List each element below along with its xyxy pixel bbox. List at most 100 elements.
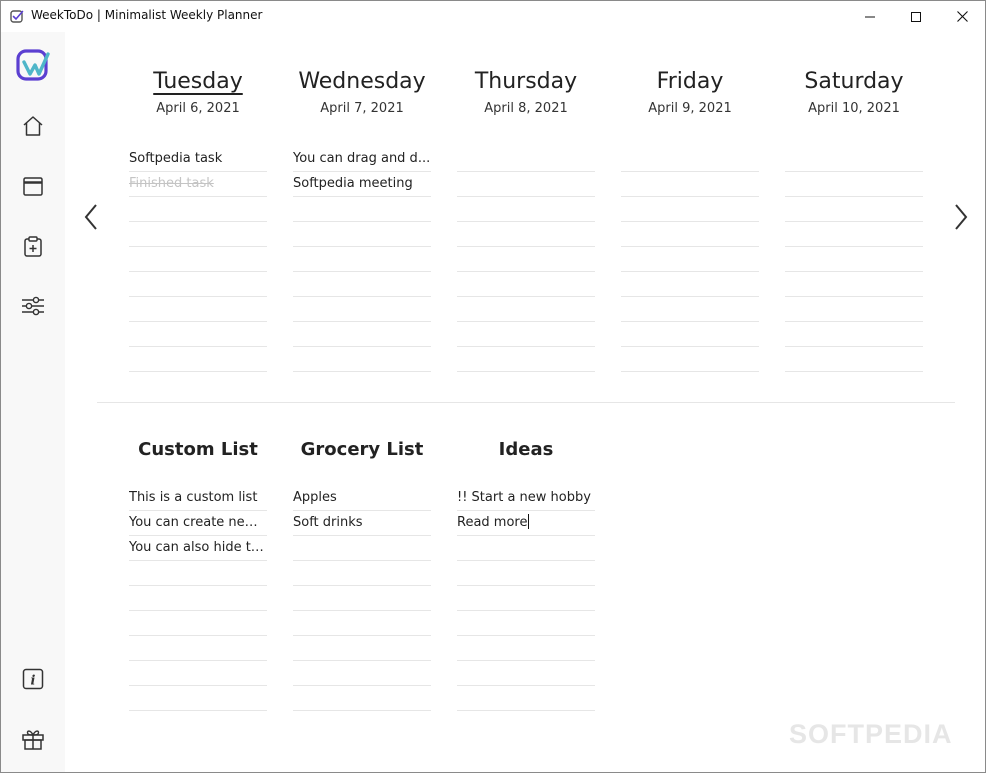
day-date: April 8, 2021 (484, 101, 568, 116)
empty-task-slot[interactable] (785, 197, 923, 222)
empty-task-slot[interactable] (293, 536, 431, 561)
empty-task-slot[interactable] (457, 661, 595, 686)
empty-task-slot[interactable] (457, 611, 595, 636)
home-button[interactable] (15, 108, 51, 144)
empty-task-slot[interactable] (293, 561, 431, 586)
task-item[interactable]: Soft drinks (293, 511, 431, 536)
task-item[interactable]: You can also hide th... (129, 536, 267, 561)
empty-task-slot[interactable] (129, 197, 267, 222)
task-item[interactable]: Read more (457, 511, 595, 536)
empty-task-slot[interactable] (129, 586, 267, 611)
gift-icon (22, 730, 44, 750)
empty-task-slot[interactable] (457, 586, 595, 611)
empty-task-slot[interactable] (785, 172, 923, 197)
empty-task-slot[interactable] (129, 247, 267, 272)
about-button[interactable]: i (15, 661, 51, 697)
task-item[interactable]: You can create new ... (129, 511, 267, 536)
empty-task-slot[interactable] (129, 297, 267, 322)
task-item[interactable]: Apples (293, 486, 431, 511)
empty-task-slot[interactable] (621, 247, 759, 272)
empty-task-slot[interactable] (293, 197, 431, 222)
empty-task-slot[interactable] (457, 247, 595, 272)
empty-task-slot[interactable] (457, 272, 595, 297)
empty-task-slot[interactable] (457, 636, 595, 661)
empty-task-slot[interactable] (621, 272, 759, 297)
task-item[interactable]: This is a custom list (129, 486, 267, 511)
task-item[interactable]: !! Start a new hobby (457, 486, 595, 511)
empty-task-slot[interactable] (621, 347, 759, 372)
empty-task-slot[interactable] (129, 611, 267, 636)
empty-task-slot[interactable] (293, 661, 431, 686)
empty-task-slot[interactable] (621, 322, 759, 347)
empty-task-slot[interactable] (293, 222, 431, 247)
settings-button[interactable] (15, 288, 51, 324)
task-item[interactable]: You can drag and d... (293, 147, 431, 172)
empty-task-slot[interactable] (621, 172, 759, 197)
day-title[interactable]: Wednesday (273, 69, 451, 94)
task-item[interactable]: Finished task (129, 172, 267, 197)
list-title[interactable]: Custom List (109, 439, 287, 460)
task-item[interactable]: Softpedia meeting (293, 172, 431, 197)
empty-task-slot[interactable] (293, 272, 431, 297)
list-title[interactable]: Grocery List (273, 439, 451, 460)
day-title[interactable]: Tuesday (109, 69, 287, 94)
minimize-button[interactable] (847, 1, 893, 32)
next-week-button[interactable] (949, 199, 973, 235)
empty-task-slot[interactable] (293, 586, 431, 611)
empty-task-slot[interactable] (621, 197, 759, 222)
empty-task-slot[interactable] (621, 147, 759, 172)
empty-task-slot[interactable] (785, 272, 923, 297)
empty-task-slot[interactable] (785, 322, 923, 347)
empty-task-slot[interactable] (293, 347, 431, 372)
empty-task-slot[interactable] (457, 347, 595, 372)
empty-task-slot[interactable] (129, 661, 267, 686)
empty-task-slot[interactable] (457, 322, 595, 347)
chevron-right-icon (955, 204, 968, 230)
day-date: April 6, 2021 (156, 101, 240, 116)
empty-task-slot[interactable] (129, 686, 267, 711)
empty-task-slot[interactable] (785, 222, 923, 247)
empty-task-slot[interactable] (293, 636, 431, 661)
empty-task-slot[interactable] (457, 197, 595, 222)
weektodo-logo[interactable] (15, 48, 51, 84)
day-title[interactable]: Saturday (765, 69, 943, 94)
donate-button[interactable] (15, 721, 51, 757)
previous-week-button[interactable] (79, 199, 103, 235)
empty-task-slot[interactable] (457, 147, 595, 172)
empty-task-slot[interactable] (457, 222, 595, 247)
empty-task-slot[interactable] (129, 561, 267, 586)
empty-task-slot[interactable] (457, 561, 595, 586)
app-window: WeekToDo | Minimalist Weekly Planner i T… (0, 0, 986, 773)
empty-task-slot[interactable] (129, 272, 267, 297)
empty-task-slot[interactable] (457, 172, 595, 197)
empty-task-slot[interactable] (785, 247, 923, 272)
empty-task-slot[interactable] (785, 347, 923, 372)
maximize-button[interactable] (893, 1, 939, 32)
empty-task-slot[interactable] (785, 147, 923, 172)
add-list-button[interactable] (15, 228, 51, 264)
list-title[interactable]: Ideas (437, 439, 615, 460)
clipboard-add-icon (24, 236, 42, 257)
calendar-icon (23, 177, 43, 196)
empty-task-slot[interactable] (129, 347, 267, 372)
empty-task-slot[interactable] (621, 297, 759, 322)
close-button[interactable] (939, 1, 985, 32)
empty-task-slot[interactable] (129, 322, 267, 347)
empty-task-slot[interactable] (785, 297, 923, 322)
empty-task-slot[interactable] (457, 297, 595, 322)
app-icon (10, 10, 24, 23)
empty-task-slot[interactable] (457, 686, 595, 711)
empty-task-slot[interactable] (293, 247, 431, 272)
empty-task-slot[interactable] (457, 536, 595, 561)
empty-task-slot[interactable] (293, 322, 431, 347)
calendar-button[interactable] (15, 168, 51, 204)
empty-task-slot[interactable] (293, 611, 431, 636)
day-title[interactable]: Friday (601, 69, 779, 94)
empty-task-slot[interactable] (129, 222, 267, 247)
empty-task-slot[interactable] (129, 636, 267, 661)
day-title[interactable]: Thursday (437, 69, 615, 94)
task-item[interactable]: Softpedia task (129, 147, 267, 172)
empty-task-slot[interactable] (621, 222, 759, 247)
empty-task-slot[interactable] (293, 297, 431, 322)
empty-task-slot[interactable] (293, 686, 431, 711)
